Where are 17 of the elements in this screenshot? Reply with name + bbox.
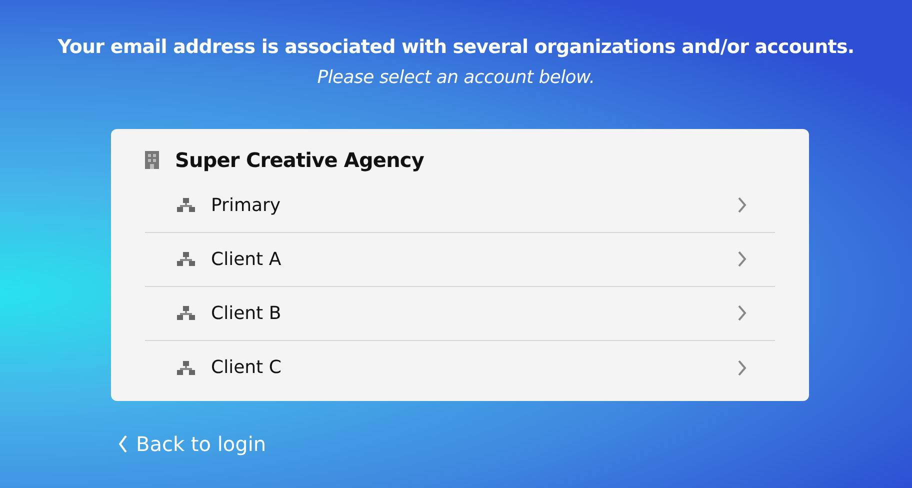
building-icon [145, 150, 159, 168]
account-item[interactable]: Primary [145, 178, 775, 232]
network-icon [177, 306, 195, 320]
chevron-right-icon [737, 360, 747, 376]
account-item[interactable]: Client A [145, 232, 775, 286]
network-icon [177, 360, 195, 374]
chevron-left-icon [118, 434, 128, 452]
chevron-right-icon [737, 305, 747, 321]
account-item[interactable]: Client B [145, 286, 775, 340]
account-item[interactable]: Client C [145, 340, 775, 394]
organization-name: Super Creative Agency [175, 146, 424, 174]
network-icon [177, 198, 195, 212]
chevron-right-icon [737, 251, 747, 267]
network-icon [177, 252, 195, 266]
heading: Your email address is associated with several organizations and/or accounts. [56, 35, 856, 60]
subheading: Please select an account below. [316, 66, 596, 90]
chevron-right-icon [737, 197, 747, 213]
